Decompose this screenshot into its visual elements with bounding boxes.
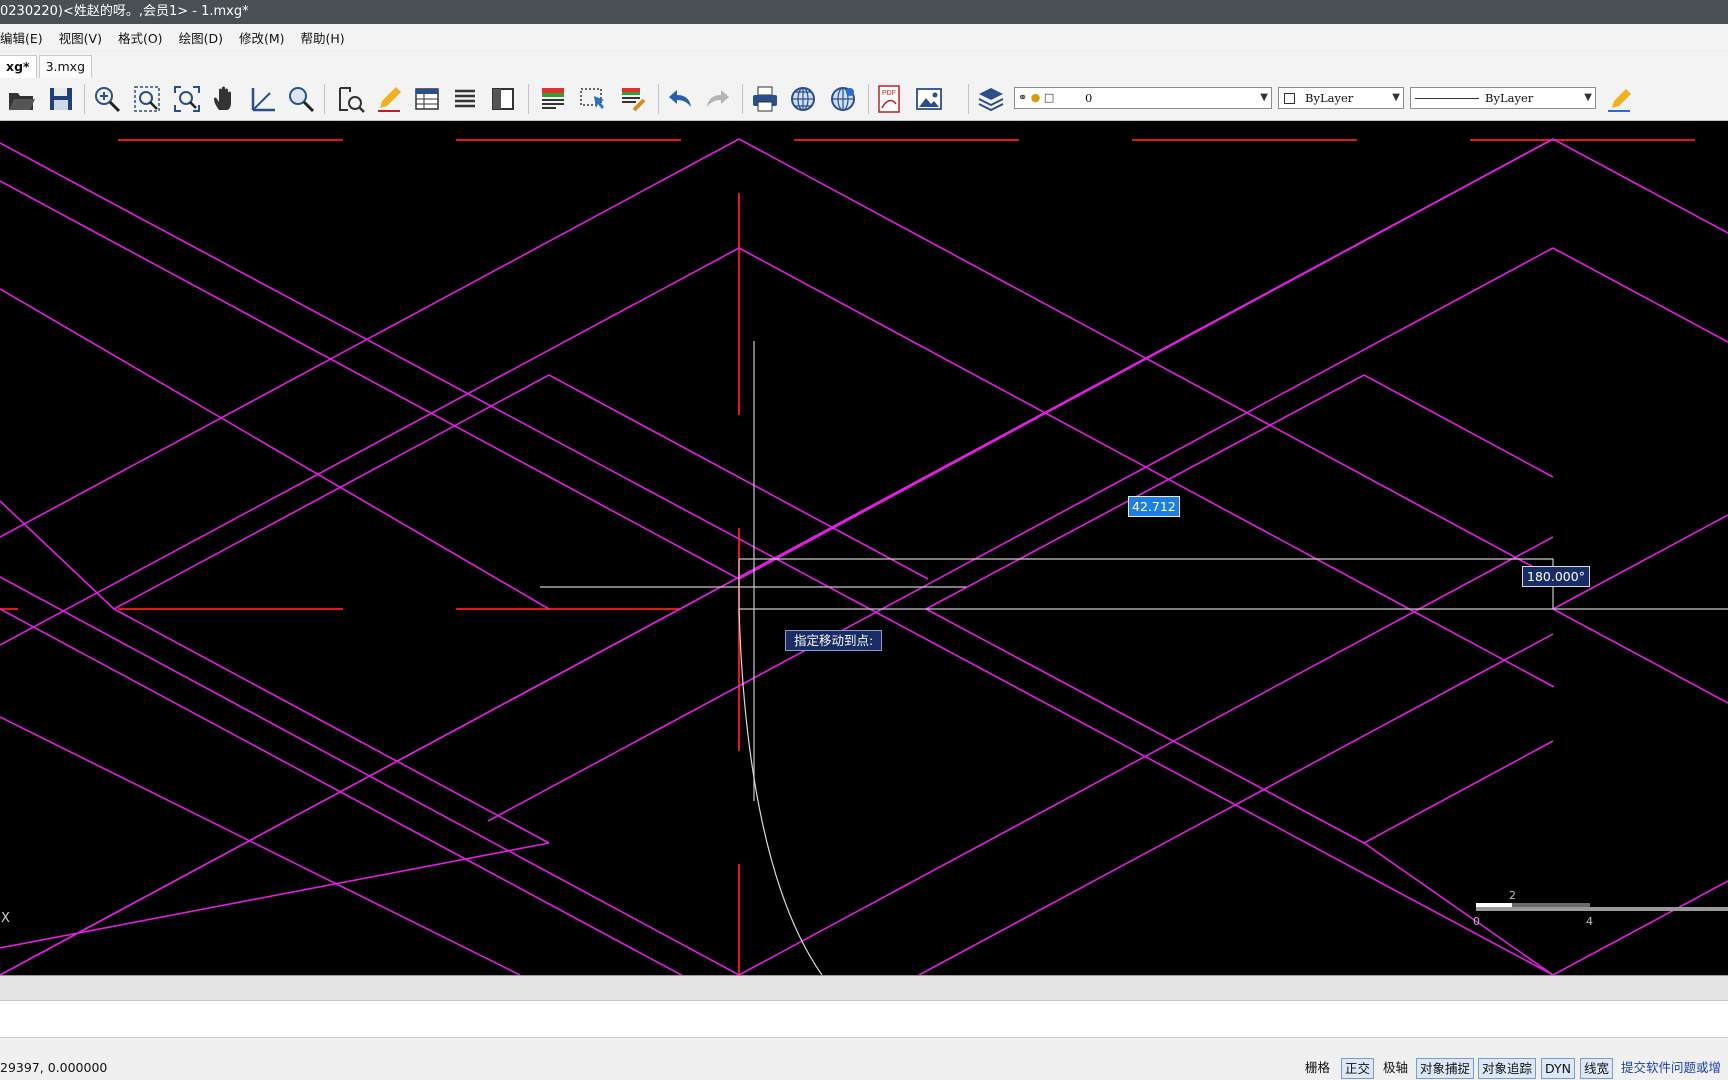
text-style-icon[interactable] [536,82,570,116]
block-icon[interactable] [486,82,520,116]
zoom-realtime-icon[interactable] [284,82,318,116]
menu-view[interactable]: 视图(V) [51,28,110,47]
document-tabs: xg* 3.mxg [0,52,1728,79]
chevron-down-icon: ▼ [1260,92,1268,103]
svg-text:PDF: PDF [882,90,896,97]
layer-manager-icon[interactable] [974,82,1008,116]
ucs-x-axis-label: X [1,911,10,926]
undo-icon[interactable] [664,82,698,116]
save-icon[interactable] [44,82,78,116]
scale-bar-label-right: 4 [1586,915,1593,928]
red-dashed-centerlines [0,139,1695,975]
find-text-icon[interactable] [334,82,368,116]
zoom-extents-icon[interactable] [170,82,204,116]
distance-input[interactable]: 42.712 [1128,496,1180,517]
menu-draw[interactable]: 绘图(D) [171,28,231,47]
menu-modify[interactable]: 修改(M) [231,28,293,47]
command-prompt-tooltip: 指定移动到点: [785,630,883,651]
open-file-icon[interactable] [4,82,38,116]
list-icon[interactable] [448,82,482,116]
layer-state-icons: ⚭ ● □ [1018,91,1055,104]
zoom-in-icon[interactable] [90,82,124,116]
linetype-select[interactable]: ByLayer ▼ [1410,87,1596,109]
command-input[interactable] [0,1000,1728,1038]
color-select[interactable]: ByLayer ▼ [1278,87,1404,109]
magenta-diamond-pattern [0,138,1728,975]
ortho-toggle[interactable]: 正交 [1341,1058,1375,1079]
dyn-toggle[interactable]: DYN [1541,1058,1575,1079]
image-export-icon[interactable] [912,82,946,116]
tab-3-mxg[interactable]: 3.mxg [38,55,92,78]
chevron-down-icon: ▼ [1584,92,1592,103]
pan-hand-icon[interactable] [208,82,242,116]
drawing-svg [0,138,1728,975]
table-icon[interactable] [410,82,444,116]
polar-toggle[interactable]: 极轴 [1380,1058,1411,1077]
tab-1-mxg[interactable]: xg* [0,55,37,78]
scale-bar-label-top: 2 [1509,889,1516,902]
linetype-value: ByLayer [1485,91,1534,105]
edit-pencil-icon[interactable] [372,82,406,116]
otrack-toggle[interactable]: 对象追踪 [1478,1058,1537,1079]
select-cursor-icon[interactable] [576,82,610,116]
layer-select[interactable]: ⚭ ● □ 0 ▼ [1014,87,1272,109]
menu-bar: 编辑(E) 视图(V) 格式(O) 绘图(D) 修改(M) 帮助(H) [0,24,1728,50]
drawing-canvas[interactable]: 42.712 180.000° 指定移动到点: 2 0 4 X [0,121,1728,975]
menu-edit[interactable]: 编辑(E) [0,28,51,47]
web-globe-icon[interactable] [786,82,820,116]
move-preview-geometry [540,341,1728,975]
color-swatch-icon [1284,93,1295,104]
linetype-preview-icon [1415,98,1479,99]
osnap-toggle[interactable]: 对象捕捉 [1416,1058,1475,1079]
web-publish-icon[interactable] [826,82,860,116]
scale-bar-label-left: 0 [1473,915,1480,928]
match-properties-icon[interactable] [616,82,650,116]
main-toolbar: PDF ⚭ ● □ 0 ▼ ByLayer ▼ ByLayer ▼ [0,78,1728,121]
ucs-icon[interactable] [246,82,280,116]
chevron-down-icon: ▼ [1392,92,1400,103]
grid-toggle[interactable]: 栅格 [1302,1058,1333,1077]
lineweight-pencil-icon[interactable] [1602,82,1636,116]
angle-input[interactable]: 180.000° [1522,566,1590,587]
title-bar: 0230220)<姓赵的呀。,会员1> - 1.mxg* [0,0,1728,24]
status-bar: 29397, 0.000000 栅格 正交 极轴 对象捕捉 对象追踪 DYN 线… [0,1056,1728,1080]
zoom-window-icon[interactable] [130,82,164,116]
feedback-link[interactable]: 提交软件问题或增 [1618,1058,1724,1077]
window-title: 0230220)<姓赵的呀。,会员1> - 1.mxg* [0,4,249,19]
menu-format[interactable]: 格式(O) [110,28,171,47]
scale-bar [1476,903,1728,911]
redo-icon[interactable] [700,82,734,116]
pdf-export-icon[interactable]: PDF [872,82,906,116]
lineweight-toggle[interactable]: 线宽 [1580,1058,1614,1079]
command-history [0,975,1728,1001]
print-icon[interactable] [748,82,782,116]
color-value: ByLayer [1305,91,1354,105]
layer-value: 0 [1085,91,1093,105]
cursor-coordinates: 29397, 0.000000 [0,1060,108,1075]
menu-help[interactable]: 帮助(H) [293,28,353,47]
